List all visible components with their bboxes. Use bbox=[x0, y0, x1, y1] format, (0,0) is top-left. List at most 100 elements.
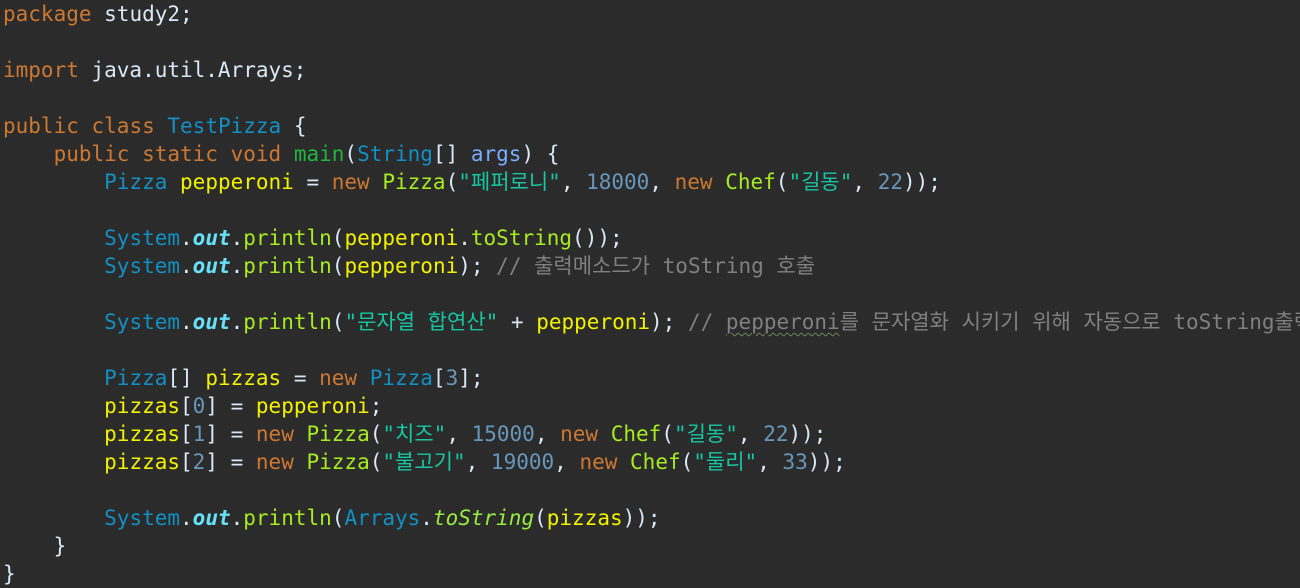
code-token: 22 bbox=[763, 422, 789, 446]
code-token: "문자열 합연산" bbox=[344, 310, 499, 334]
code-token: ] = bbox=[205, 394, 256, 418]
code-token: Pizza bbox=[104, 366, 168, 390]
code-line[interactable] bbox=[3, 336, 1300, 364]
code-line[interactable]: package study2; bbox=[3, 0, 1300, 28]
code-token: new bbox=[331, 170, 370, 194]
code-line[interactable]: pizzas[2] = new Pizza("불고기", 19000, new … bbox=[3, 448, 1300, 476]
code-token: 33 bbox=[782, 450, 808, 474]
code-token: = bbox=[281, 366, 320, 390]
code-token: ( bbox=[369, 450, 383, 474]
code-line[interactable] bbox=[3, 196, 1300, 224]
code-token: )); bbox=[622, 506, 661, 530]
code-token: [ bbox=[432, 366, 446, 390]
code-line[interactable]: import java.util.Arrays; bbox=[3, 56, 1300, 84]
code-line[interactable]: System.out.println("문자열 합연산" + pepperoni… bbox=[3, 308, 1300, 336]
code-token: . bbox=[230, 254, 244, 278]
code-token: 0 bbox=[192, 394, 206, 418]
code-line[interactable] bbox=[3, 476, 1300, 504]
code-token: ]; bbox=[458, 366, 484, 390]
code-token: , bbox=[534, 422, 561, 446]
code-token: pepperoni bbox=[536, 310, 651, 334]
code-line[interactable]: System.out.println(pepperoni.toString())… bbox=[3, 224, 1300, 252]
code-token: [ bbox=[180, 422, 193, 446]
code-token: Chef bbox=[725, 170, 776, 194]
code-line[interactable]: public class TestPizza { bbox=[3, 112, 1300, 140]
code-line[interactable]: } bbox=[3, 560, 1300, 588]
code-token: . bbox=[230, 310, 244, 334]
code-token: . bbox=[458, 226, 471, 250]
code-token: Arrays bbox=[344, 506, 421, 530]
code-token: System bbox=[104, 226, 181, 250]
code-token: Pizza bbox=[369, 366, 433, 390]
code-token: ) { bbox=[521, 142, 560, 166]
code-token: . bbox=[180, 226, 193, 250]
code-line[interactable]: pizzas[1] = new Pizza("치즈", 15000, new C… bbox=[3, 420, 1300, 448]
code-line[interactable]: System.out.println(Arrays.toString(pizza… bbox=[3, 504, 1300, 532]
code-token: ( bbox=[680, 450, 694, 474]
code-token: String bbox=[357, 142, 433, 166]
code-line[interactable] bbox=[3, 84, 1300, 112]
code-token: pizzas bbox=[205, 366, 282, 390]
code-line[interactable] bbox=[3, 280, 1300, 308]
code-token: , bbox=[852, 170, 878, 194]
code-token: "길동" bbox=[673, 422, 738, 446]
code-line[interactable]: System.out.println(pepperoni); // 출력메소드가… bbox=[3, 252, 1300, 280]
code-token: new bbox=[560, 422, 599, 446]
code-line[interactable]: Pizza pepperoni = new Pizza("페퍼로니", 1800… bbox=[3, 168, 1300, 196]
code-token: void bbox=[230, 142, 282, 166]
code-token: 22 bbox=[877, 170, 903, 194]
code-token: 19000 bbox=[490, 450, 555, 474]
code-token: TestPizza bbox=[167, 114, 282, 138]
code-token: ( bbox=[534, 506, 547, 530]
code-token: Chef bbox=[610, 422, 662, 446]
code-token: [] bbox=[167, 366, 206, 390]
code-line[interactable]: pizzas[0] = pepperoni; bbox=[3, 392, 1300, 420]
code-token: pepperoni bbox=[725, 310, 840, 334]
code-token: pizzas bbox=[104, 394, 181, 418]
code-line[interactable]: Pizza[] pizzas = new Pizza[3]; bbox=[3, 364, 1300, 392]
code-token: println bbox=[243, 226, 332, 250]
code-line[interactable]: public static void main(String[] args) { bbox=[3, 140, 1300, 168]
code-token: out bbox=[192, 254, 231, 278]
code-token: )); bbox=[902, 170, 941, 194]
code-token: // bbox=[687, 310, 726, 334]
code-token: Pizza bbox=[306, 422, 370, 446]
code-token: static bbox=[142, 142, 218, 166]
code-token: new bbox=[319, 366, 358, 390]
code-token: out bbox=[192, 506, 231, 530]
code-token: . bbox=[230, 506, 244, 530]
code-token: [] bbox=[432, 142, 471, 166]
code-editor[interactable]: package study2; import java.util.Arrays; p… bbox=[3, 0, 1300, 586]
code-token: public bbox=[3, 114, 79, 138]
code-token: [ bbox=[180, 394, 193, 418]
code-token: ] = bbox=[205, 422, 256, 446]
code-token: "불고기" bbox=[382, 450, 466, 474]
code-line[interactable]: } bbox=[3, 532, 1300, 560]
code-token: out bbox=[192, 310, 231, 334]
code-token: pepperoni bbox=[180, 170, 294, 194]
code-token: ( bbox=[775, 170, 789, 194]
code-token: Pizza bbox=[306, 450, 370, 474]
code-token: ()); bbox=[572, 226, 623, 250]
code-token: ] = bbox=[205, 450, 256, 474]
code-token: )); bbox=[807, 450, 846, 474]
code-token: )); bbox=[788, 422, 827, 446]
code-token: "길동" bbox=[788, 170, 853, 194]
code-token: args bbox=[470, 142, 522, 166]
code-token: . bbox=[230, 226, 244, 250]
code-line[interactable] bbox=[3, 28, 1300, 56]
code-token: pizzas bbox=[546, 506, 623, 530]
code-token: . bbox=[180, 254, 193, 278]
code-token: System bbox=[104, 254, 181, 278]
